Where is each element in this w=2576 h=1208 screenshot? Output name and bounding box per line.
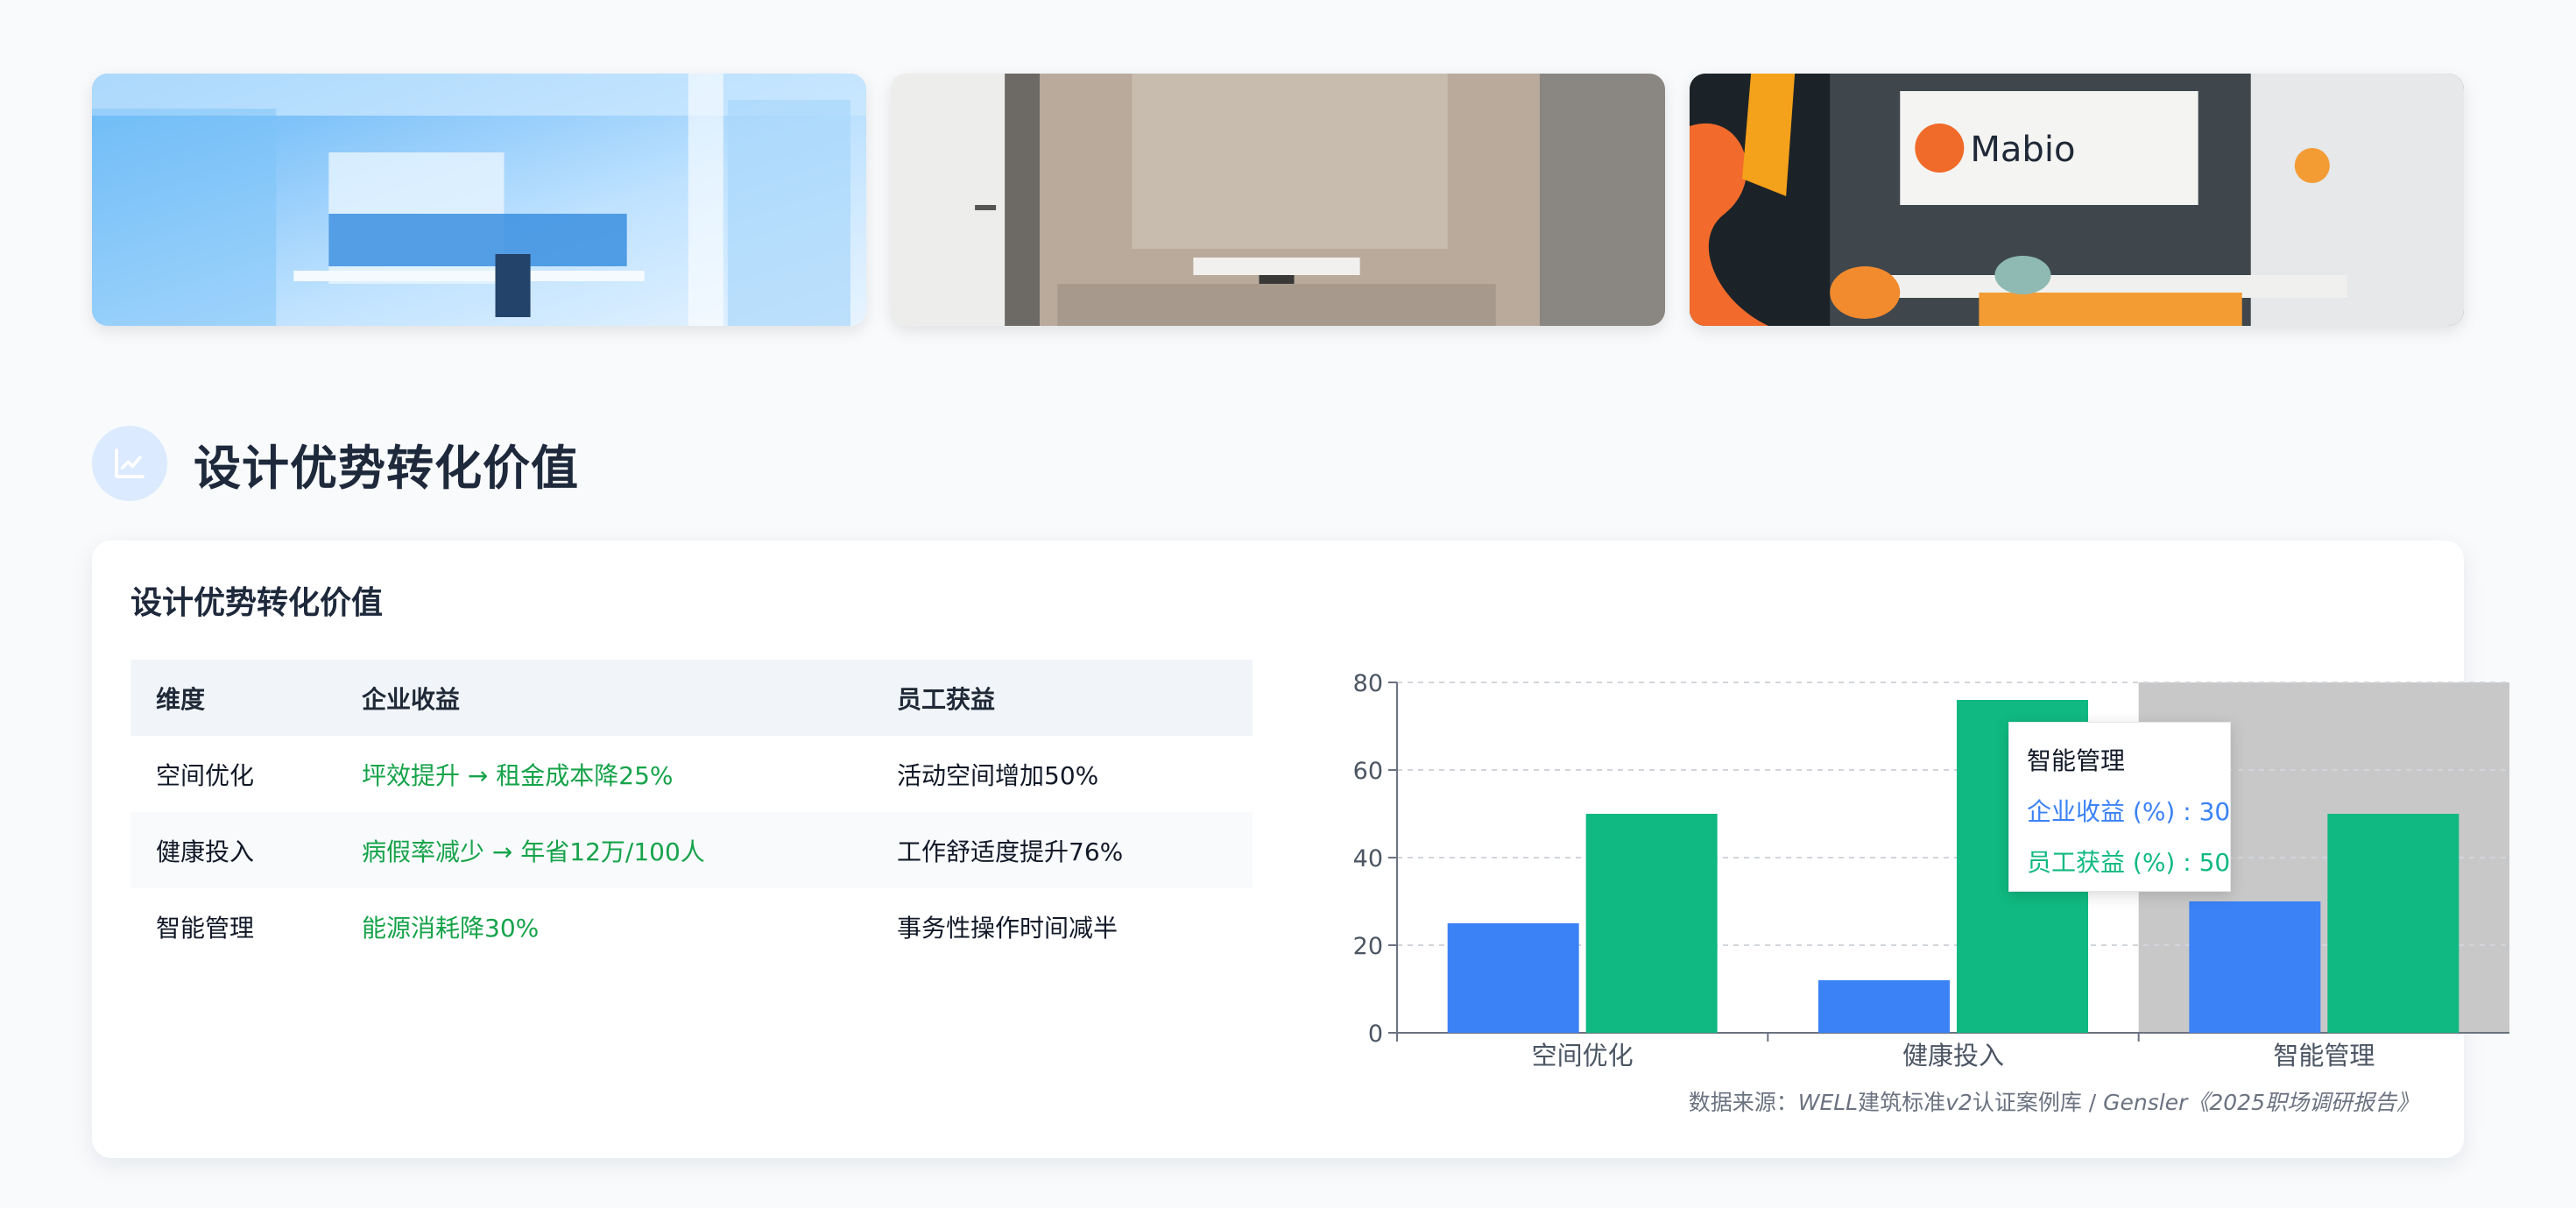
bar-enterprise [1818, 980, 1950, 1033]
table-cell: 智能管理 [156, 913, 255, 943]
x-tick-label: 健康投入 [1902, 1041, 2004, 1070]
photo-gallery: Mabio [92, 74, 2464, 326]
bar-enterprise [2189, 901, 2321, 1033]
x-tick-label: 空间优化 [1532, 1041, 1634, 1070]
table-cell: 能源消耗降30% [362, 913, 540, 943]
bar-chart[interactable]: 0 20 40 60 80 空间优化 健康投入 智能管理 [1336, 637, 2527, 1084]
source-part: WELL [1797, 1090, 1859, 1115]
bar-employee [2327, 814, 2460, 1033]
table-row: 健康投入 病假率减少 → 年省12万/100人 工作舒适度提升76% [131, 812, 1253, 888]
table-cell: 活动空间增加50% [897, 760, 1099, 790]
y-tick-label: 80 [1353, 670, 1383, 697]
data-source-note: 数据来源：WELL建筑标准v2认证案例库 / Gensler《2025职场调研报… [1689, 1085, 2418, 1117]
source-prefix: 数据来源： [1688, 1090, 1798, 1115]
table-cell: 空间优化 [156, 760, 255, 790]
source-part: 认证案例库 / [1972, 1090, 2104, 1115]
table-cell: 工作舒适度提升76% [872, 812, 1253, 888]
table-cell: 病假率减少 → 年省12万/100人 [336, 812, 872, 888]
source-part: Gensler [2103, 1090, 2188, 1115]
table-header: 员工获益 [872, 660, 1253, 736]
section-title: 设计优势转化价值 [194, 440, 579, 496]
table-cell: 事务性操作时间减半 [897, 913, 1119, 943]
tooltip-line-series-2: 员工获益 (%) : 50 [2027, 848, 2231, 877]
tooltip-title: 智能管理 [2027, 746, 2126, 775]
y-tick-label: 20 [1353, 933, 1383, 960]
section-header: 设计优势转化价值 [92, 426, 579, 501]
table-row: 智能管理 能源消耗降30% 事务性操作时间减半 [131, 888, 1253, 964]
source-part: 《2025职场调研报告》 [2187, 1090, 2418, 1115]
photo-phone-booth [891, 74, 1665, 326]
card-title: 设计优势转化价值 [131, 585, 384, 621]
tooltip-line-series-1: 企业收益 (%) : 30 [2027, 797, 2231, 826]
y-tick-label: 40 [1353, 845, 1383, 872]
table-cell: 健康投入 [131, 812, 336, 888]
source-part: 建筑标准 [1858, 1090, 1946, 1115]
y-tick-label: 60 [1353, 758, 1383, 785]
table-cell: 坪效提升 → 租金成本降25% [362, 760, 674, 790]
photo-mabio-lobby: Mabio [1690, 74, 2464, 326]
y-tick-label: 0 [1368, 1021, 1383, 1048]
bar-employee [1585, 814, 1718, 1033]
photo-office-blue [92, 74, 866, 326]
benefit-table: 维度 企业收益 员工获益 空间优化 坪效提升 → 租金成本降25% 活动空间增加… [131, 660, 1253, 964]
table-header: 维度 [131, 660, 336, 736]
table-header: 企业收益 [336, 660, 872, 736]
bar-enterprise [1447, 923, 1579, 1033]
chart-tooltip: 智能管理 企业收益 (%) : 30 员工获益 (%) : 50 [2008, 722, 2231, 892]
line-chart-icon [92, 426, 167, 501]
source-part: v2 [1945, 1090, 1973, 1115]
table-header-row: 维度 企业收益 员工获益 [131, 660, 1253, 736]
x-tick-label: 智能管理 [2273, 1041, 2375, 1070]
mabio-logo-text: Mabio [1970, 130, 2075, 170]
table-row: 空间优化 坪效提升 → 租金成本降25% 活动空间增加50% [131, 736, 1253, 812]
